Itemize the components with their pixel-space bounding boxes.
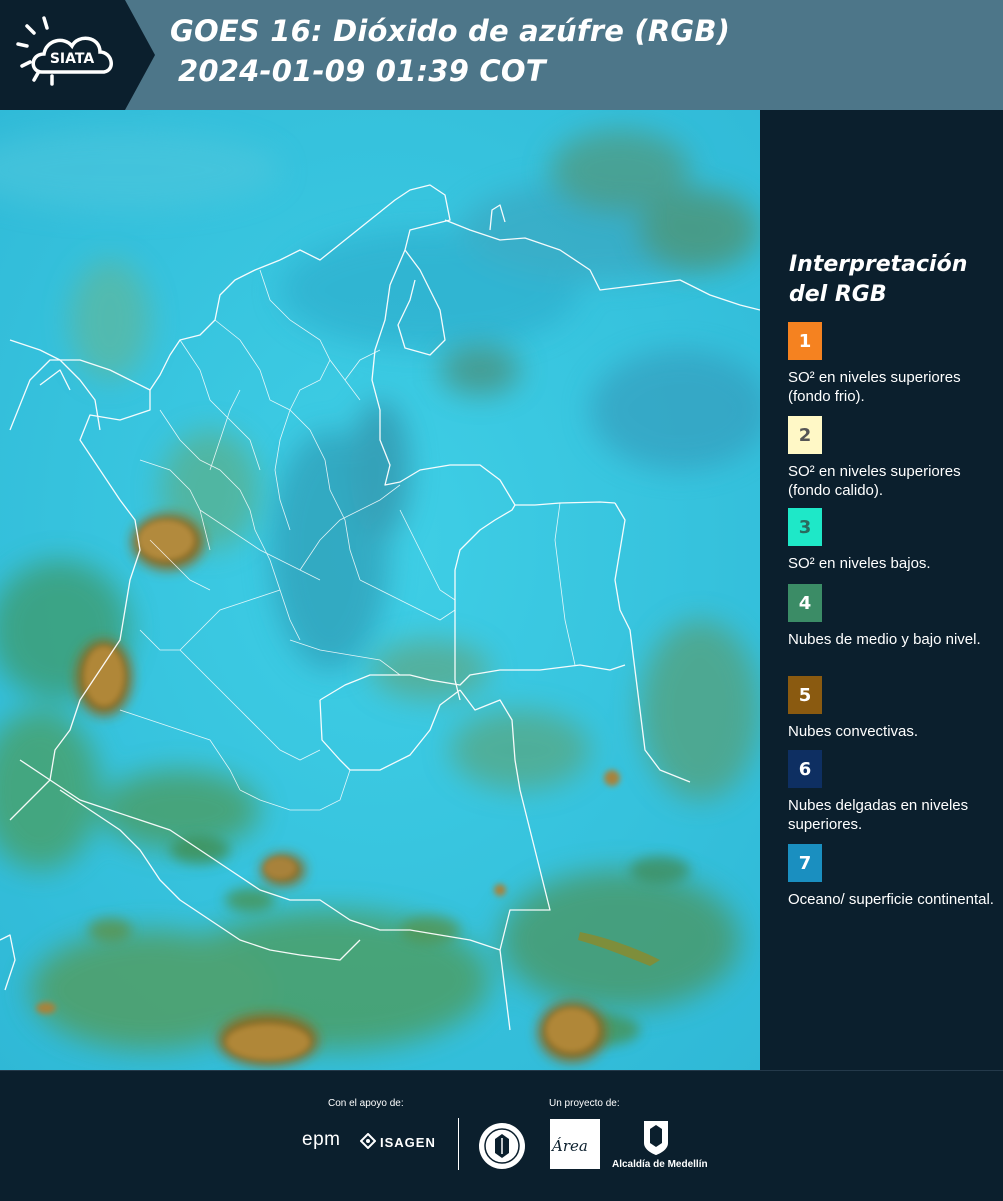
legend-item-3: 3 SO² en niveles bajos. [788, 508, 998, 573]
area-logo-text: Área [552, 1137, 588, 1155]
legend-item-6: 6 Nubes delgadas en niveles superiores. [788, 750, 998, 834]
epm-logo[interactable]: epm [302, 1129, 340, 1151]
footer-divider [458, 1118, 459, 1170]
legend-number: 2 [798, 424, 812, 446]
map-canvas [0, 110, 760, 1070]
legend-swatch-5: 5 [788, 676, 822, 714]
medellin-seal-icon[interactable] [477, 1121, 527, 1171]
legend-number: 3 [798, 516, 812, 538]
legend-label: SO² en niveles superiores (fondo frio). [788, 369, 961, 405]
legend-swatch-2: 2 [788, 416, 822, 454]
legend-item-5: 5 Nubes convectivas. [788, 676, 998, 741]
legend-item-7: 7 Oceano/ superficie continental. [788, 844, 998, 909]
legend-number: 4 [798, 592, 812, 614]
legend-number: 6 [798, 758, 812, 780]
legend-panel: Interpretación del RGB 1 SO² en niveles … [762, 110, 1003, 1070]
legend-item-4: 4 Nubes de medio y bajo nivel. [788, 584, 998, 649]
isagen-logo[interactable]: ISAGEN [380, 1135, 436, 1150]
legend-item-1: 1 SO² en niveles superiores (fondo frio)… [788, 322, 998, 406]
alcaldia-logo-text: Alcaldía de Medellín [612, 1159, 708, 1170]
legend-swatch-3: 3 [788, 508, 822, 546]
legend-number: 7 [798, 852, 812, 874]
footer-bar: Con el apoyo de: Un proyecto de: epm ISA… [0, 1070, 1003, 1201]
legend-swatch-4: 4 [788, 584, 822, 622]
alcaldia-shield-icon[interactable] [641, 1119, 671, 1157]
legend-label: Nubes delgadas en niveles superiores. [788, 797, 969, 833]
legend-label: Nubes de medio y bajo nivel. [788, 631, 981, 648]
legend-swatch-6: 6 [788, 750, 822, 788]
area-logo-sub1: METROPOLITANA [550, 1155, 599, 1161]
legend-label: SO² en niveles bajos. [788, 555, 931, 572]
page-timestamp: 2024-01-09 01:39 COT [178, 54, 546, 88]
siata-logo-badge: SIATA [0, 0, 155, 110]
isagen-logo-icon [360, 1133, 376, 1149]
legend-label: Nubes convectivas. [788, 723, 919, 740]
legend-number: 5 [798, 684, 812, 706]
project-label: Un proyecto de: [549, 1098, 620, 1109]
legend-swatch-1: 1 [788, 322, 822, 360]
header-bar: SIATA GOES 16: Dióxido de azúfre (RGB) 2… [0, 0, 1003, 110]
satellite-map[interactable] [0, 110, 760, 1070]
legend-label: SO² en niveles superiores (fondo calido)… [788, 463, 961, 499]
support-label: Con el apoyo de: [328, 1098, 404, 1109]
legend-swatch-7: 7 [788, 844, 822, 882]
legend-title: Interpretación del RGB [789, 252, 968, 307]
siata-logo[interactable]: SIATA [0, 0, 155, 110]
area-logo-sub2: Valle de Aburrá [556, 1162, 590, 1168]
logo-text: SIATA [50, 51, 95, 67]
legend-label: Oceano/ superficie continental. [788, 891, 994, 908]
legend-number: 1 [798, 330, 812, 352]
legend-item-2: 2 SO² en niveles superiores (fondo calid… [788, 416, 998, 500]
page-title: GOES 16: Dióxido de azúfre (RGB) [170, 14, 731, 48]
